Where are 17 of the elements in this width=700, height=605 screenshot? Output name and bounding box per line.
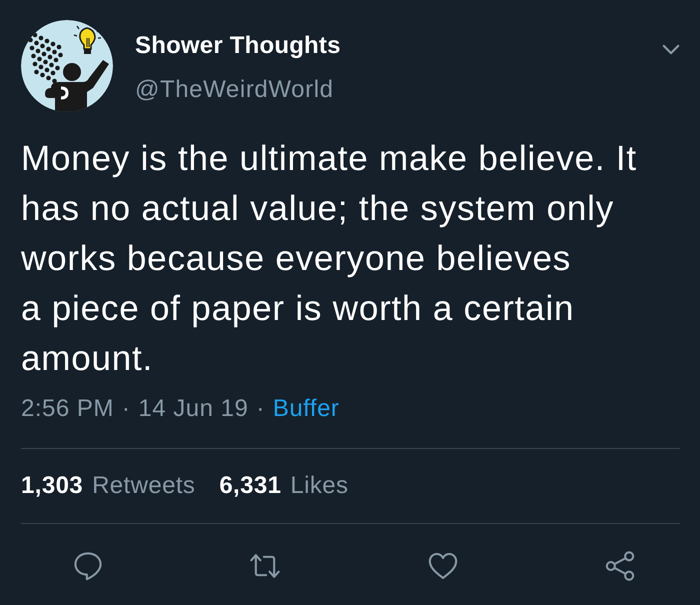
tweet-text: Money is the ultimate make believe. It has no actual value; the system only works because everyone believes a piece of paper is worth a certain amount. (21, 138, 638, 380)
separator-dot: · (256, 394, 265, 424)
author-handle[interactable]: @TheWeirdWorld (135, 76, 334, 104)
source-link[interactable]: Buffer (272, 394, 340, 424)
speech-bubble-icon[interactable] (72, 550, 104, 582)
share-icon[interactable] (604, 550, 636, 582)
author-name[interactable]: Shower Thoughts (135, 32, 341, 60)
stat-count[interactable]: 1,303 (21, 471, 84, 501)
heart-icon[interactable] (426, 550, 459, 582)
stat-count[interactable]: 6,331 (219, 471, 282, 501)
stat-label[interactable]: Likes (290, 471, 348, 501)
separator-dot: · (122, 394, 130, 424)
stat-label[interactable]: Retweets (92, 471, 196, 501)
date-text: 14 Jun 19 (138, 394, 248, 424)
time-text: 2:56 PM (21, 394, 114, 424)
chevron-down-icon[interactable] (662, 44, 680, 55)
shower-avatar-icon (21, 20, 113, 112)
